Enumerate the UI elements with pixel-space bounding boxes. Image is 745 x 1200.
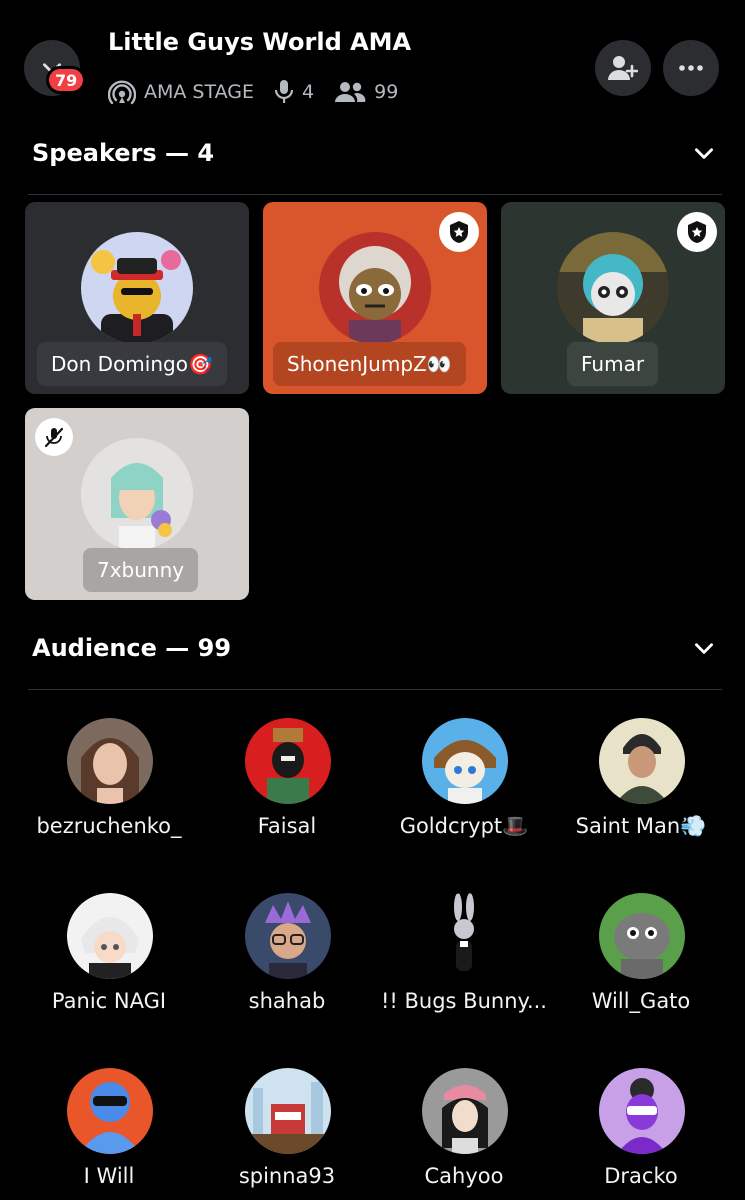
audience-name: Goldcrypt🎩 [399,814,529,838]
audience-section-header[interactable]: Audience — 99 [32,630,717,666]
people-icon [334,80,366,104]
avatar [422,893,508,979]
avatar [599,1068,685,1154]
section-divider [28,194,722,195]
audience-name: Saint Man💨 [575,814,707,838]
audience-member[interactable]: Faisal [197,718,377,858]
audience-section-title: Audience — 99 [32,634,232,662]
moderator-badge [677,212,717,252]
avatar [557,232,669,344]
speaker-name-tag: Fumar [567,342,659,386]
audience-name: Will_Gato [591,989,691,1013]
unread-badge: 79 [46,66,87,94]
avatar [319,232,431,344]
avatar [599,893,685,979]
speaker-name: Fumar [581,352,645,376]
audience-name: spinna93 [238,1164,336,1188]
speaker-name: ShonenJumpZ [287,352,427,376]
audience-name: Dracko [604,1164,678,1188]
speakers-section-header[interactable]: Speakers — 4 [32,135,717,171]
audience-member[interactable]: Goldcrypt🎩 [374,718,554,858]
stage-type-label: AMA STAGE [144,81,255,103]
audience-name: Cahyoo [424,1164,504,1188]
speaker-emoji: 🎯 [187,352,213,376]
speaker-tile-fumar[interactable]: Fumar [501,202,725,394]
avatar [245,893,331,979]
speaker-tile-don-domingo[interactable]: Don Domingo 🎯 [25,202,249,394]
speaker-name: Don Domingo [51,352,188,376]
speakers-section-title: Speakers — 4 [32,139,215,167]
stage-info-row: AMA STAGE 4 99 [108,78,418,106]
audience-member[interactable]: Will_Gato [551,893,731,1033]
avatar [81,438,193,550]
more-horizontal-icon [678,64,704,72]
audience-name: Panic NAGI [51,989,167,1013]
avatar [422,1068,508,1154]
avatar [599,718,685,804]
audience-name: Faisal [257,814,317,838]
audience-member[interactable]: Saint Man💨 [551,718,731,858]
audience-member[interactable]: Dracko [551,1068,731,1200]
audience-member[interactable]: shahab [197,893,377,1033]
speaker-name-tag: 7xbunny [83,548,199,592]
avatar [81,232,193,344]
avatar [245,718,331,804]
moderator-badge [439,212,479,252]
avatar [67,718,153,804]
more-options-button[interactable] [663,40,719,96]
speaker-tile-7xbunny[interactable]: 7xbunny [25,408,249,600]
stage-title: Little Guys World AMA [108,28,412,56]
speaker-name-tag: Don Domingo 🎯 [37,342,227,386]
shield-star-icon [686,220,708,244]
shield-star-icon [448,220,470,244]
audience-name: shahab [248,989,326,1013]
chevron-down-icon[interactable] [691,635,717,661]
section-divider [28,689,722,690]
audience-name: !! Bugs Bunny... [381,989,547,1013]
audience-member[interactable]: bezruchenko_ [19,718,199,858]
audience-member[interactable]: !! Bugs Bunny... [374,893,554,1033]
speaker-count: 4 [302,81,315,103]
audience-name: I Will [83,1164,135,1188]
muted-badge [35,418,73,456]
mic-off-icon [43,426,65,448]
avatar [245,1068,331,1154]
audience-name: bezruchenko_ [36,814,182,838]
audience-member[interactable]: I Will [19,1068,199,1200]
stage-header: 79 Little Guys World AMA AMA STAGE 4 99 [0,0,745,120]
avatar [422,718,508,804]
audience-member[interactable]: Cahyoo [374,1068,554,1200]
microphone-icon [274,79,294,105]
speaker-tile-shonenjumpz[interactable]: ShonenJumpZ 👀 [263,202,487,394]
avatar [67,1068,153,1154]
speaker-name-tag: ShonenJumpZ 👀 [273,342,466,386]
add-friend-icon [608,54,638,82]
audience-member[interactable]: Panic NAGI [19,893,199,1033]
avatar [67,893,153,979]
chevron-down-icon[interactable] [691,140,717,166]
speaker-emoji: 👀 [426,352,452,376]
listener-count: 99 [374,81,399,103]
stage-broadcast-icon [108,79,136,105]
invite-button[interactable] [595,40,651,96]
speaker-name: 7xbunny [97,558,185,582]
audience-member[interactable]: spinna93 [197,1068,377,1200]
